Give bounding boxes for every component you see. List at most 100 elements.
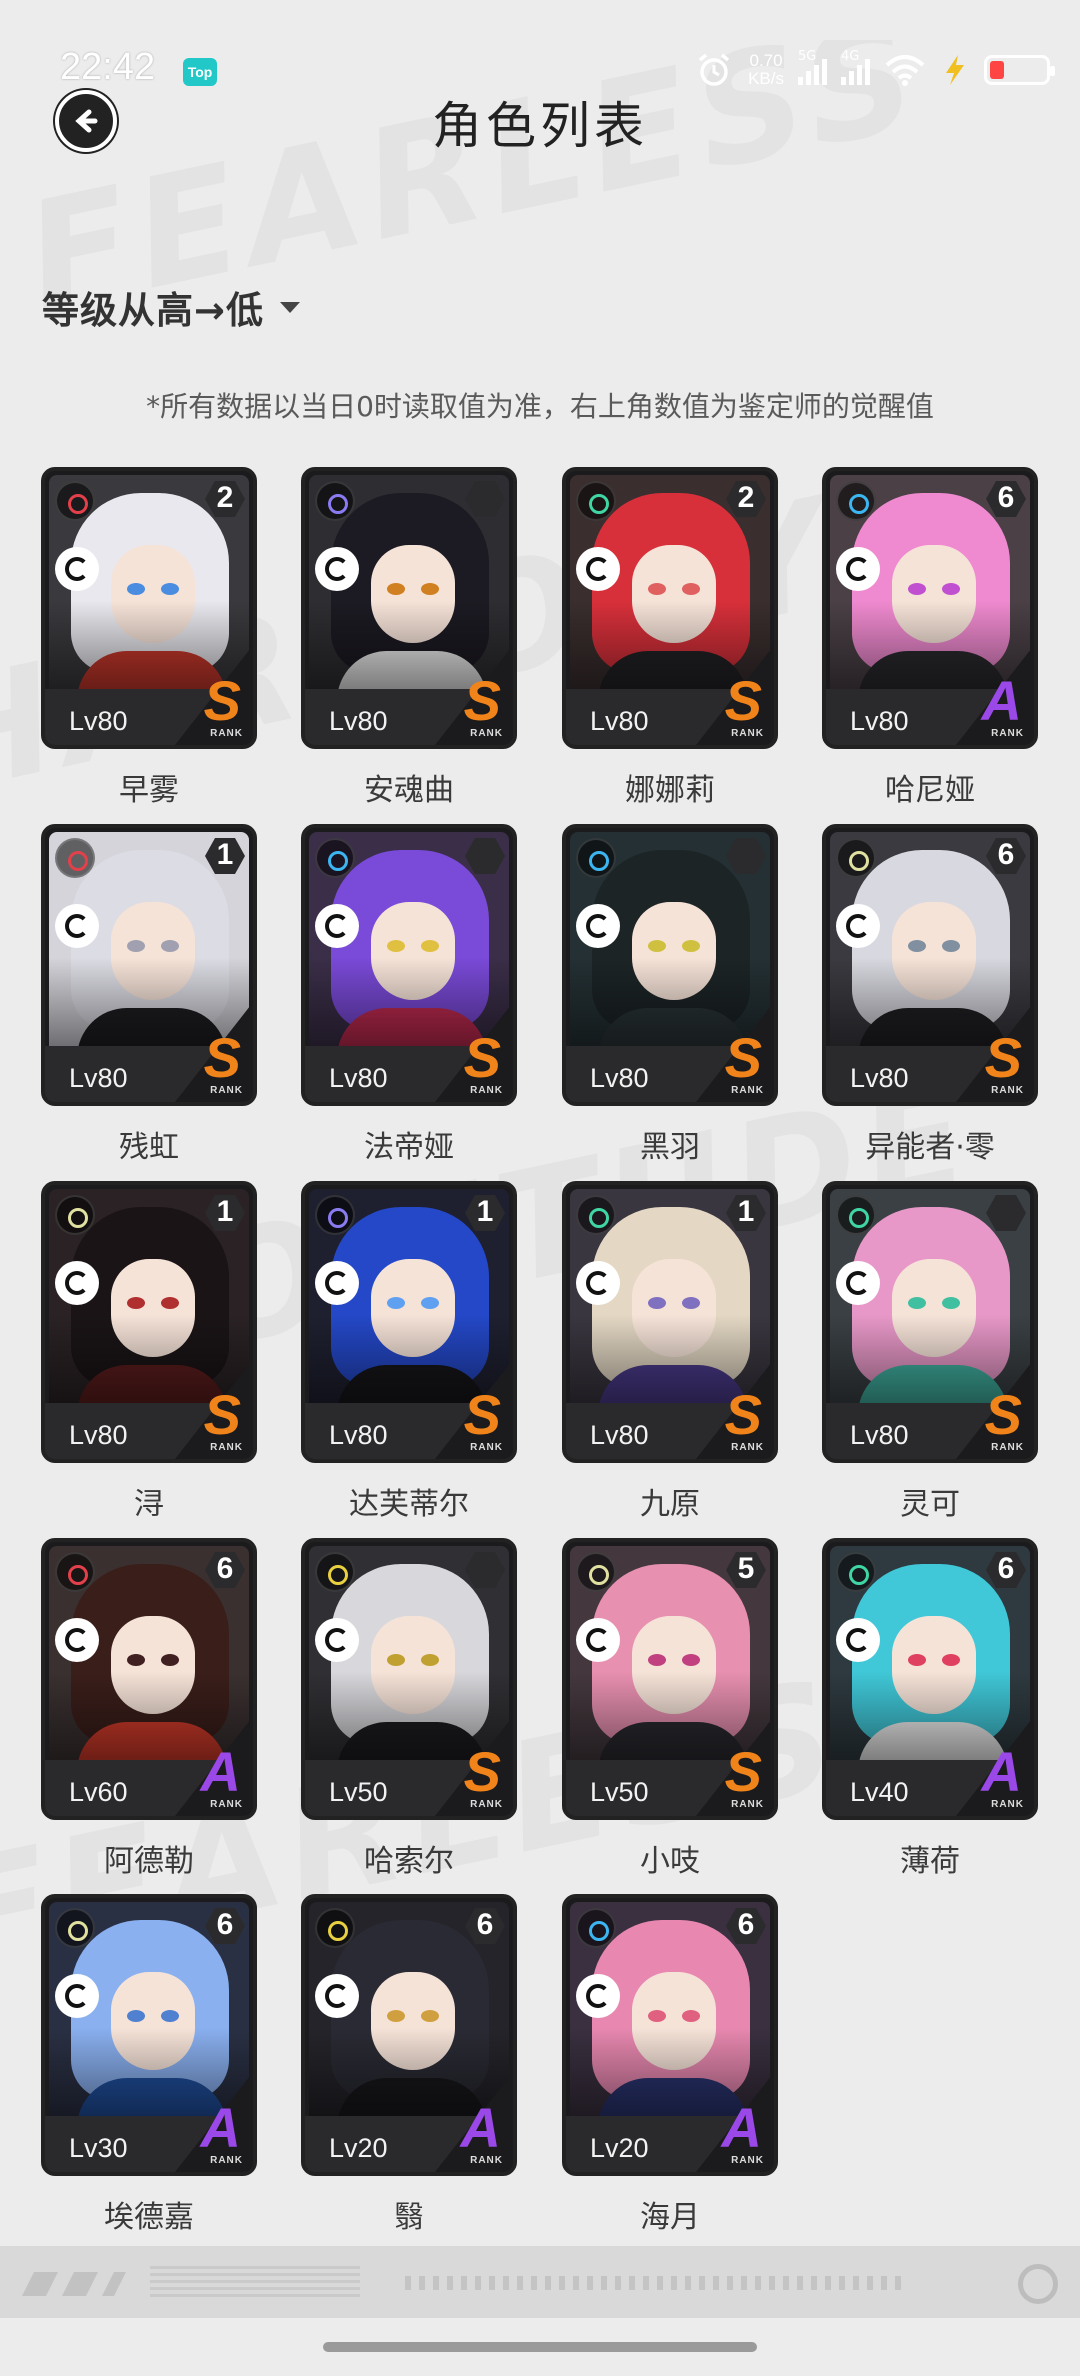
status-icons: 0.70 KB/s 5G 4G xyxy=(694,49,1055,90)
page-title: 角色列表 xyxy=(432,97,648,155)
signal-5g-icon: 5G xyxy=(798,49,827,85)
sort-dropdown[interactable]: 等级从高→低 xyxy=(42,280,301,334)
rank-badge: S RANK xyxy=(970,1030,1030,1098)
home-indicator[interactable] xyxy=(323,2342,757,2352)
attribute-icon xyxy=(55,1908,95,1948)
character-card[interactable]: Lv40 A RANK 6 薄荷 xyxy=(822,1538,1038,1879)
charging-icon xyxy=(946,55,964,85)
character-level: Lv80 xyxy=(850,706,909,736)
attribute-icon xyxy=(576,481,616,521)
rank-letter: S xyxy=(463,1740,501,1803)
character-level: Lv80 xyxy=(329,706,388,736)
rank-letter: S xyxy=(463,1383,501,1446)
character-card[interactable]: Lv80 S RANK 6 异能者·零 xyxy=(822,824,1038,1165)
rank-word: RANK xyxy=(210,1799,243,1810)
character-level: Lv80 xyxy=(590,1063,649,1093)
alarm-icon xyxy=(698,53,730,86)
character-card[interactable]: Lv50 S RANK 哈索尔 xyxy=(301,1538,517,1879)
awakening-badge: 6 xyxy=(724,1904,768,1948)
rank-badge: A RANK xyxy=(710,2100,770,2168)
character-card[interactable]: Lv50 S RANK 5 小吱 xyxy=(562,1538,778,1879)
character-name: 黑羽 xyxy=(640,1130,700,1165)
character-card[interactable]: Lv80 S RANK 1 残虹 xyxy=(41,824,257,1165)
character-name: 九原 xyxy=(640,1487,700,1522)
attribute-icon xyxy=(55,1552,95,1592)
rank-letter: S xyxy=(724,1740,762,1803)
rank-word: RANK xyxy=(731,2155,764,2166)
brand-logo-icon xyxy=(22,2272,126,2296)
character-name: 浔 xyxy=(134,1487,164,1522)
character-level: Lv80 xyxy=(590,1420,649,1450)
awakening-badge: 1 xyxy=(463,1191,507,1235)
character-card[interactable]: Lv80 S RANK 2 早雾 xyxy=(41,467,257,808)
character-card[interactable]: Lv80 S RANK 2 娜娜莉 xyxy=(562,467,778,808)
character-name: 阿德勒 xyxy=(104,1844,194,1879)
rank-badge: S RANK xyxy=(710,1030,770,1098)
card-frame: Lv80 S RANK 2 xyxy=(41,467,257,749)
character-card[interactable]: Lv80 S RANK 安魂曲 xyxy=(301,467,517,808)
card-frame: Lv50 S RANK 5 xyxy=(562,1538,778,1820)
character-card[interactable]: Lv80 S RANK 1 浔 xyxy=(41,1181,257,1522)
role-icon xyxy=(55,1618,99,1662)
awakening-badge xyxy=(463,834,507,878)
role-icon xyxy=(55,1261,99,1305)
rank-word: RANK xyxy=(991,1085,1024,1096)
awakening-badge: 5 xyxy=(724,1548,768,1592)
rank-badge: S RANK xyxy=(449,1383,509,1455)
rank-letter: S xyxy=(724,1383,762,1446)
card-frame: Lv20 A RANK 6 xyxy=(562,1894,778,2176)
rank-letter: S xyxy=(463,1026,501,1089)
card-frame: Lv80 S RANK 2 xyxy=(562,467,778,749)
character-card[interactable]: Lv20 A RANK 6 翳 xyxy=(301,1894,517,2235)
role-icon xyxy=(315,1974,359,2018)
attribute-icon xyxy=(55,838,95,878)
character-card[interactable]: Lv30 A RANK 6 埃德嘉 xyxy=(41,1894,257,2235)
rank-badge: S RANK xyxy=(970,1387,1030,1455)
role-icon xyxy=(55,904,99,948)
character-name: 法帝娅 xyxy=(364,1130,454,1165)
rank-badge: S RANK xyxy=(189,1030,249,1098)
role-icon xyxy=(836,904,880,948)
character-card[interactable]: Lv20 A RANK 6 海月 xyxy=(562,1894,778,2235)
attribute-icon xyxy=(315,1552,355,1592)
attribute-icon xyxy=(576,1552,616,1592)
rank-word: RANK xyxy=(470,2155,503,2166)
signal-5g-label: 5G xyxy=(798,49,817,64)
sort-label: 等级从高→低 xyxy=(42,289,265,332)
card-frame: Lv80 S RANK xyxy=(562,824,778,1106)
character-level: Lv80 xyxy=(850,1420,909,1450)
rank-word: RANK xyxy=(731,728,764,739)
role-icon xyxy=(315,547,359,591)
rank-word: RANK xyxy=(991,728,1024,739)
awakening-value: 1 xyxy=(476,1195,494,1228)
character-level: Lv30 xyxy=(69,2133,128,2163)
character-name: 薄荷 xyxy=(900,1844,960,1879)
rank-letter: A xyxy=(460,2096,501,2159)
attribute-icon xyxy=(836,1195,876,1235)
character-name: 翳 xyxy=(394,2200,424,2235)
role-icon xyxy=(315,1261,359,1305)
role-icon xyxy=(315,904,359,948)
character-card[interactable]: Lv60 A RANK 6 阿德勒 xyxy=(41,1538,257,1879)
awakening-value: 2 xyxy=(216,481,234,514)
rank-letter: A xyxy=(981,1740,1022,1803)
footer-fine-print xyxy=(150,2266,360,2300)
character-card[interactable]: Lv80 S RANK 黑羽 xyxy=(562,824,778,1165)
character-level: Lv20 xyxy=(590,2133,649,2163)
character-card[interactable]: Lv80 A RANK 6 哈尼娅 xyxy=(822,467,1038,808)
character-name: 达芙蒂尔 xyxy=(349,1487,469,1522)
rank-letter: A xyxy=(981,669,1022,732)
role-icon xyxy=(836,1261,880,1305)
character-name: 异能者·零 xyxy=(865,1130,995,1165)
character-card[interactable]: Lv80 S RANK 灵可 xyxy=(822,1181,1038,1522)
character-name: 哈索尔 xyxy=(364,1844,454,1879)
character-card[interactable]: Lv80 S RANK 法帝娅 xyxy=(301,824,517,1165)
attribute-icon xyxy=(55,1195,95,1235)
character-name: 海月 xyxy=(640,2200,700,2235)
character-card[interactable]: Lv80 S RANK 1 达芙蒂尔 xyxy=(301,1181,517,1522)
attribute-icon xyxy=(315,1195,355,1235)
awakening-value: 6 xyxy=(997,481,1015,514)
character-card[interactable]: Lv80 S RANK 1 九原 xyxy=(562,1181,778,1522)
role-icon xyxy=(576,1618,620,1662)
rank-word: RANK xyxy=(731,1442,764,1453)
